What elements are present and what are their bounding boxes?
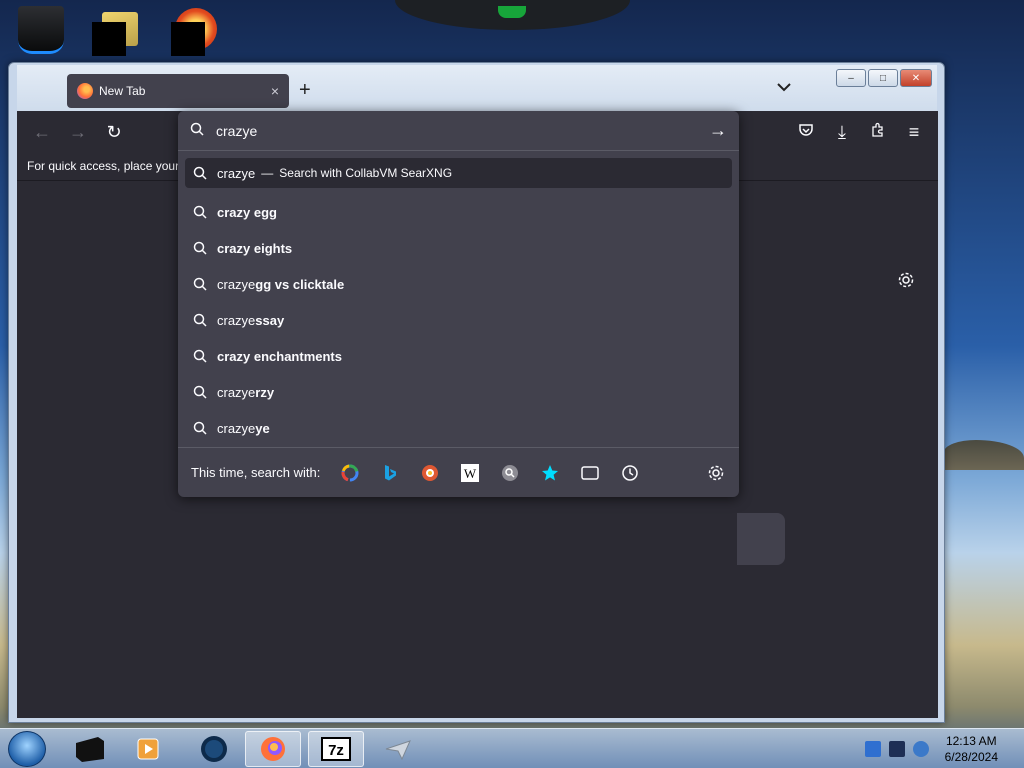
heuristic-result[interactable]: crazye — Search with CollabVM SearXNG: [185, 158, 732, 188]
pocket-icon: [799, 124, 813, 136]
svg-text:7z: 7z: [328, 742, 344, 759]
clock[interactable]: 12:13 AM 6/28/2024: [945, 733, 998, 765]
bookmarks-icon[interactable]: [540, 463, 560, 483]
system-tray: 12:13 AM 6/28/2024: [864, 729, 1024, 768]
close-window-button[interactable]: ✕: [900, 69, 932, 87]
list-all-tabs-button[interactable]: [777, 79, 791, 95]
google-icon[interactable]: [340, 463, 360, 483]
7zip-icon[interactable]: 7z: [308, 731, 364, 767]
search-icon: [191, 421, 209, 435]
start-button[interactable]: [8, 731, 46, 767]
search-icon: [191, 241, 209, 255]
search-suggestion[interactable]: crazye ssay: [185, 302, 732, 338]
pocket-button[interactable]: [795, 121, 817, 143]
maximize-button[interactable]: □: [868, 69, 898, 87]
result-title: crazye: [217, 165, 256, 181]
duckduckgo-icon[interactable]: [420, 463, 440, 483]
suggestion-prefix: crazye: [217, 420, 256, 436]
one-off-search-bar: This time, search with: W: [178, 447, 739, 497]
search-icon: [191, 385, 209, 399]
title-bar[interactable]: New Tab × + – □ ✕: [17, 65, 937, 111]
suggestion-text: ye: [255, 420, 270, 436]
go-arrow-icon[interactable]: →: [709, 120, 727, 141]
minimize-button[interactable]: –: [836, 69, 866, 87]
url-input[interactable]: crazye →: [178, 111, 739, 151]
paper-plane-icon[interactable]: [370, 731, 426, 767]
forward-button[interactable]: →: [67, 121, 89, 143]
suggestion-text: crazy enchantments: [217, 348, 342, 364]
search-suggestion[interactable]: crazye gg vs clicktale: [185, 266, 732, 302]
search-suggestion[interactable]: crazye rzy: [185, 374, 732, 410]
one-off-label: This time, search with:: [191, 465, 321, 480]
svg-text:W: W: [464, 466, 477, 481]
taskbar: 7z 12:13 AM 6/28/2024: [0, 728, 1024, 768]
close-tab-icon[interactable]: ×: [271, 83, 279, 99]
chevron-down-icon: [777, 83, 791, 92]
new-tab-button[interactable]: +: [299, 79, 311, 102]
url-input-value[interactable]: crazye: [216, 123, 709, 139]
volume-icon[interactable]: [912, 741, 929, 757]
history-icon[interactable]: [620, 463, 640, 483]
clock-date: 6/28/2024: [944, 750, 998, 764]
personalize-gear-icon[interactable]: [897, 271, 915, 294]
suggestion-prefix: crazye: [217, 312, 256, 328]
reload-button[interactable]: ↻: [103, 121, 125, 143]
suggestion-text: rzy: [255, 384, 275, 400]
ntp-search-box-edge: [737, 513, 785, 565]
app-menu-button[interactable]: ≡: [903, 121, 925, 143]
folder-icon[interactable]: [92, 6, 138, 56]
result-action: Search with CollabVM SearXNG: [279, 166, 453, 180]
result-separator: —: [261, 166, 274, 180]
suggestion-text: crazy eights: [217, 240, 293, 256]
suggestion-prefix: crazye: [217, 276, 256, 292]
status-light: [498, 6, 526, 18]
urlbar-results: crazye — Search with CollabVM SearXNG cr…: [185, 158, 732, 446]
suggestion-text: gg vs clicktale: [255, 276, 345, 292]
search-icon: [191, 205, 209, 219]
back-button[interactable]: ←: [31, 121, 53, 143]
searx-icon[interactable]: [500, 463, 520, 483]
search-icon: [191, 166, 209, 180]
search-icon: [191, 313, 209, 327]
tab-title: New Tab: [99, 84, 146, 98]
downloads-button[interactable]: ⤓: [831, 121, 853, 143]
clock-time: 12:13 AM: [945, 734, 997, 748]
media-player-icon[interactable]: [120, 731, 176, 767]
extensions-button[interactable]: [867, 121, 889, 143]
suggestion-text: ssay: [255, 312, 285, 328]
search-icon: [191, 277, 209, 291]
wikipedia-icon[interactable]: W: [460, 463, 480, 483]
search-settings-icon[interactable]: [706, 463, 726, 483]
extensions-icon: [872, 122, 883, 137]
suggestion-prefix: crazye: [217, 384, 256, 400]
firefox-icon-task[interactable]: [245, 731, 301, 767]
app-icon[interactable]: [171, 6, 217, 56]
recycle-bin-icon[interactable]: [18, 6, 64, 54]
search-suggestion[interactable]: crazy egg: [185, 194, 732, 230]
search-suggestion[interactable]: crazye ye: [185, 410, 732, 446]
search-suggestion[interactable]: crazy enchantments: [185, 338, 732, 374]
desktop-wallpaper-rocks: [944, 440, 1024, 470]
tab-new-tab[interactable]: New Tab ×: [67, 74, 289, 108]
search-suggestion[interactable]: crazy eights: [185, 230, 732, 266]
action-center-icon[interactable]: [864, 741, 881, 757]
bing-icon[interactable]: [380, 463, 400, 483]
search-icon: [190, 122, 208, 139]
network-icon[interactable]: [888, 741, 905, 757]
globe-app-icon[interactable]: [186, 731, 242, 767]
firefox-icon: [77, 83, 93, 99]
suggestion-text: crazy egg: [217, 204, 277, 220]
explorer-icon[interactable]: [62, 731, 118, 767]
tabs-icon[interactable]: [580, 463, 600, 483]
search-icon: [191, 349, 209, 363]
urlbar-popup: crazye → crazye — Search with CollabVM S…: [178, 111, 739, 497]
